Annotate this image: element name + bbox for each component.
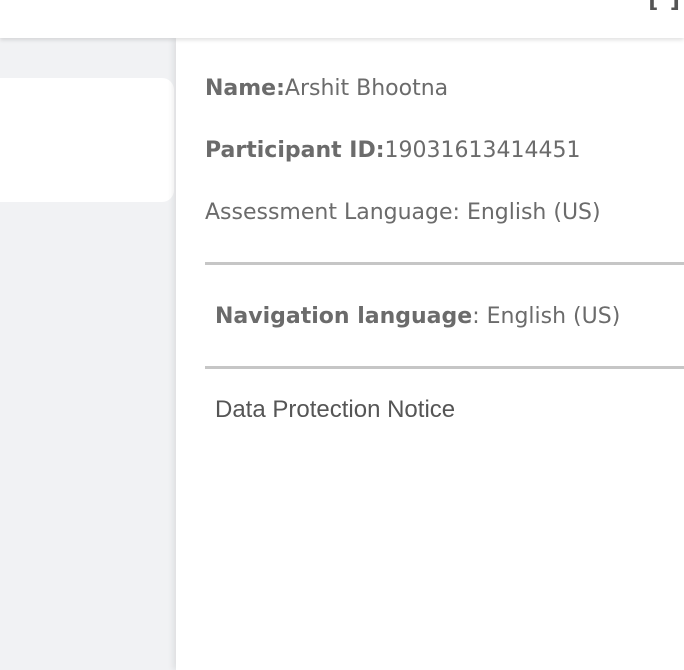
participant-id-value: 19031613414451	[384, 138, 581, 163]
participant-id: Participant ID:19031613414451	[205, 138, 581, 163]
navigation-language-label: Navigation language	[215, 304, 473, 329]
participant-id-label: Participant ID:	[205, 138, 385, 163]
name-label: Name:	[205, 76, 285, 101]
name-value: Arshit Bhootna	[284, 76, 449, 101]
assessment-language: Assessment Language: English (US)	[205, 200, 601, 225]
main-content-area	[0, 38, 176, 670]
divider	[205, 262, 684, 265]
profile-panel: Name:Arshit Bhootna Participant ID:19031…	[176, 38, 684, 670]
divider	[205, 366, 684, 369]
header-icon-partial[interactable]: [ ]	[648, 0, 682, 13]
participant-name: Name:Arshit Bhootna	[205, 76, 448, 101]
navigation-language-value: : English (US)	[472, 304, 621, 329]
content-card	[0, 78, 174, 202]
navigation-language: Navigation language: English (US)	[215, 304, 620, 329]
top-bar: [ ]	[0, 0, 684, 38]
data-protection-notice-link[interactable]: Data Protection Notice	[215, 396, 455, 424]
